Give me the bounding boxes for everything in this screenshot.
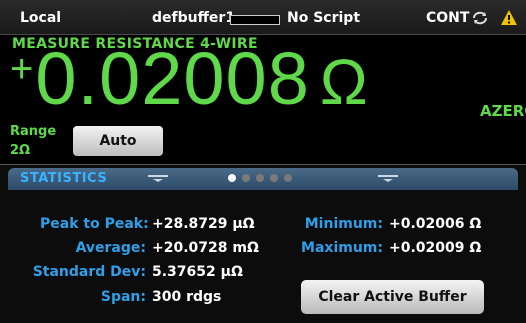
local-indicator[interactable]: Local [20, 10, 61, 26]
standard-dev-label: Standard Dev: [32, 264, 146, 280]
reading-display: +0.02008 Ω [10, 42, 368, 116]
maximum-value: +0.02009 Ω [389, 240, 482, 256]
reading-value: 0.02008 [35, 37, 310, 120]
page-dot-1 [228, 174, 236, 182]
span-value: 300 rdgs [152, 289, 222, 305]
range-auto-button[interactable]: Auto [73, 126, 163, 156]
peak-to-peak-label: Peak to Peak: [40, 216, 149, 232]
trigger-mode-indicator[interactable]: CONT [426, 10, 469, 26]
peak-to-peak-value: +28.8729 µΩ [152, 216, 255, 232]
minimum-label: Minimum: [304, 216, 383, 232]
range-label: Range [10, 124, 57, 139]
reading-sign: + [10, 47, 34, 91]
page-dot-5 [284, 174, 292, 182]
sync-icon[interactable] [472, 11, 488, 25]
azero-indicator[interactable]: AZERO [480, 102, 526, 120]
buffer-fill-bar[interactable] [230, 15, 280, 25]
minimum-value: +0.02006 Ω [389, 216, 482, 232]
active-buffer-indicator[interactable]: defbuffer1 [152, 10, 235, 26]
average-label: Average: [75, 240, 146, 256]
range-value: 2Ω [10, 143, 31, 158]
page-indicator [228, 174, 292, 184]
span-label: Span: [100, 289, 146, 305]
clear-active-buffer-button[interactable]: Clear Active Buffer [301, 280, 484, 314]
status-bar: Local defbuffer1 No Script CONT [0, 0, 526, 35]
statistics-title: STATISTICS [20, 171, 108, 186]
page-dot-4 [270, 174, 278, 182]
warning-icon[interactable] [500, 9, 518, 26]
drag-handle-icon[interactable] [148, 173, 168, 183]
script-indicator[interactable]: No Script [287, 10, 360, 26]
maximum-label: Maximum: [301, 240, 383, 256]
reading-unit: Ω [319, 46, 368, 118]
average-value: +20.0728 mΩ [152, 240, 259, 256]
drag-handle-icon[interactable] [378, 173, 398, 183]
page-dot-3 [256, 174, 264, 182]
page-dot-2 [242, 174, 250, 182]
standard-dev-value: 5.37652 µΩ [152, 264, 243, 280]
